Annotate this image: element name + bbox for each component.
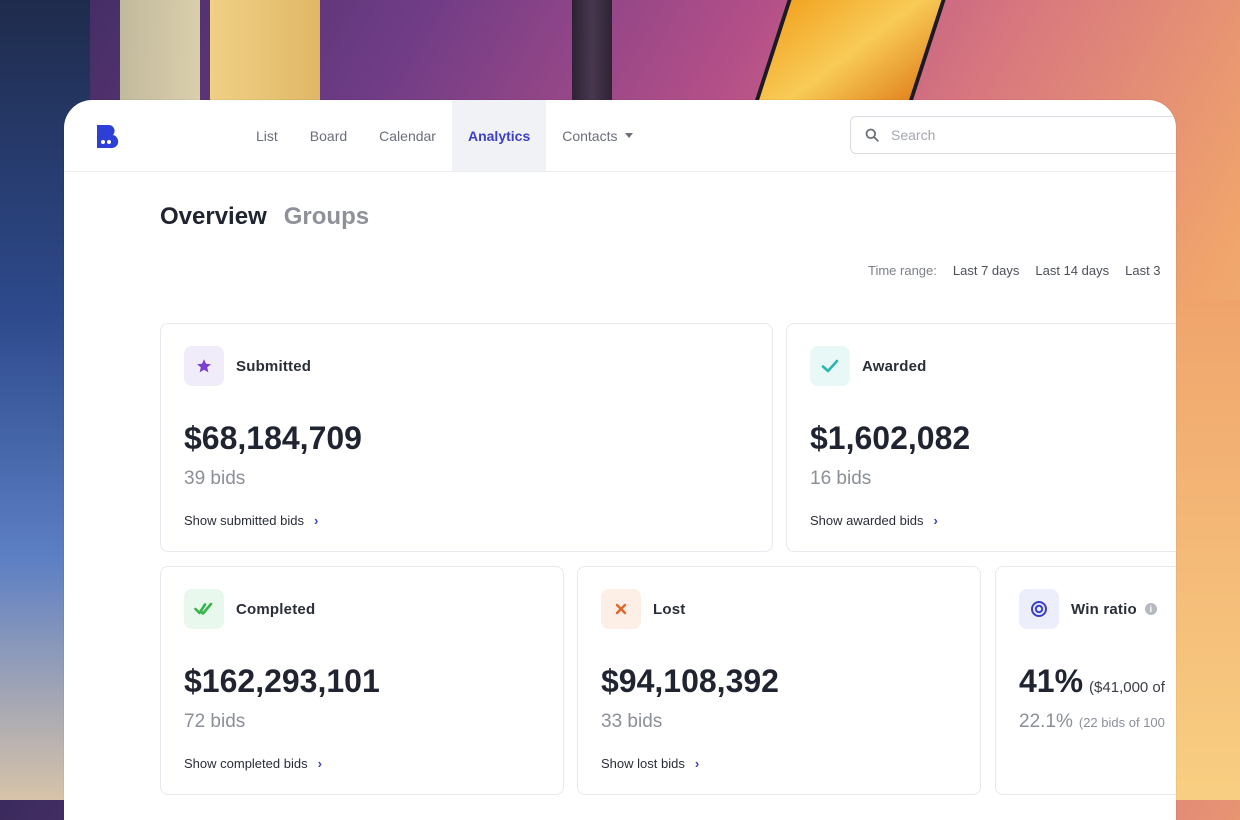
link-label: Show submitted bids: [184, 513, 304, 528]
stat-card-lost: Lost $94,108,392 33 bids Show lost bids ›: [577, 566, 981, 795]
main-nav: List Board Calendar Analytics Contacts: [240, 100, 649, 171]
star-icon: [184, 346, 224, 386]
stat-card-win-ratio: Win ratio i 41% ($41,000 of 22.1% (22 bids…: [995, 566, 1176, 795]
card-header: Lost: [601, 589, 685, 629]
nav-label: Calendar: [379, 127, 436, 144]
show-awarded-bids-link[interactable]: Show awarded bids ›: [810, 513, 938, 528]
card-header: Win ratio i: [1019, 589, 1157, 629]
show-submitted-bids-link[interactable]: Show submitted bids ›: [184, 513, 318, 528]
time-range-selector: Time range: Last 7 days Last 14 days Las…: [868, 263, 1176, 278]
card-value: $94,108,392: [601, 663, 779, 699]
link-label: Show lost bids: [601, 756, 685, 771]
card-header: Awarded: [810, 346, 926, 386]
nav-label: Contacts: [562, 127, 618, 144]
card-bid-count: 72 bids: [184, 711, 246, 732]
nav-label: List: [256, 127, 278, 144]
background-tower: [210, 0, 320, 110]
bid-ratio-percent: 22.1%: [1019, 711, 1073, 732]
show-completed-bids-link[interactable]: Show completed bids ›: [184, 756, 322, 771]
time-range-option[interactable]: Last 7 days: [953, 263, 1020, 278]
card-title: Submitted: [236, 357, 312, 375]
show-lost-bids-link[interactable]: Show lost bids ›: [601, 756, 699, 771]
card-title: Awarded: [862, 357, 927, 375]
search-input[interactable]: [889, 126, 1153, 144]
card-header: Completed: [184, 589, 315, 629]
chevron-right-icon: ›: [694, 756, 700, 771]
card-bid-count: 16 bids: [810, 468, 872, 489]
app-window: List Board Calendar Analytics Contacts O…: [64, 100, 1176, 820]
search-box[interactable]: [850, 116, 1176, 154]
background-gradient: [1170, 300, 1240, 800]
chevron-right-icon: ›: [317, 756, 322, 771]
nav-label: Board: [309, 127, 348, 144]
nav-item-contacts[interactable]: Contacts: [546, 100, 649, 171]
card-title: Completed: [236, 600, 316, 618]
nav-item-list[interactable]: List: [240, 100, 294, 171]
view-tabs: Overview Groups: [160, 203, 369, 231]
target-icon: [1019, 589, 1059, 629]
nav-item-board[interactable]: Board: [294, 100, 363, 171]
chevron-down-icon: [625, 133, 634, 138]
stat-card-completed: Completed $162,293,101 72 bids Show comp…: [160, 566, 564, 795]
background-pole: [572, 0, 612, 110]
time-range-label: Time range:: [868, 263, 937, 278]
card-title: Win ratio: [1071, 600, 1137, 618]
nav-item-analytics[interactable]: Analytics: [451, 100, 547, 171]
x-icon: [601, 589, 641, 629]
background-tower: [120, 0, 200, 110]
chevron-right-icon: ›: [933, 513, 938, 528]
time-range-option[interactable]: Last 3: [1125, 263, 1160, 278]
win-ratio-percent: 41%: [1019, 663, 1084, 699]
chevron-right-icon: ›: [313, 513, 319, 528]
card-title: Lost: [653, 600, 686, 618]
search-icon: [865, 128, 879, 142]
card-bid-count: 39 bids: [184, 468, 246, 489]
card-value: $1,602,082: [810, 420, 971, 456]
win-ratio-amount: ($41,000 of: [1089, 679, 1165, 696]
card-value: $68,184,709: [184, 420, 362, 456]
time-range-option[interactable]: Last 14 days: [1035, 263, 1109, 278]
stat-card-awarded: Awarded $1,602,082 16 bids Show awarded …: [786, 323, 1176, 552]
info-icon[interactable]: i: [1144, 603, 1157, 615]
app-logo-icon[interactable]: [95, 124, 120, 149]
link-label: Show awarded bids: [810, 513, 924, 528]
card-value: $162,293,101: [184, 663, 380, 699]
card-header: Submitted: [184, 346, 311, 386]
tab-overview[interactable]: Overview: [160, 203, 267, 231]
check-icon: [810, 346, 850, 386]
stat-card-submitted: Submitted $68,184,709 39 bids Show submi…: [160, 323, 773, 552]
bid-ratio-count: (22 bids of 100: [1078, 715, 1165, 730]
card-bid-ratio: 22.1% (22 bids of 100: [1019, 711, 1165, 733]
card-bid-count: 33 bids: [601, 711, 663, 732]
top-nav-bar: List Board Calendar Analytics Contacts: [64, 100, 1176, 172]
tab-groups[interactable]: Groups: [284, 203, 369, 231]
card-value: 41% ($41,000 of: [1019, 663, 1165, 700]
nav-item-calendar[interactable]: Calendar: [363, 100, 452, 171]
link-label: Show completed bids: [184, 756, 308, 771]
double-check-icon: [184, 589, 224, 629]
nav-label: Analytics: [467, 127, 531, 144]
